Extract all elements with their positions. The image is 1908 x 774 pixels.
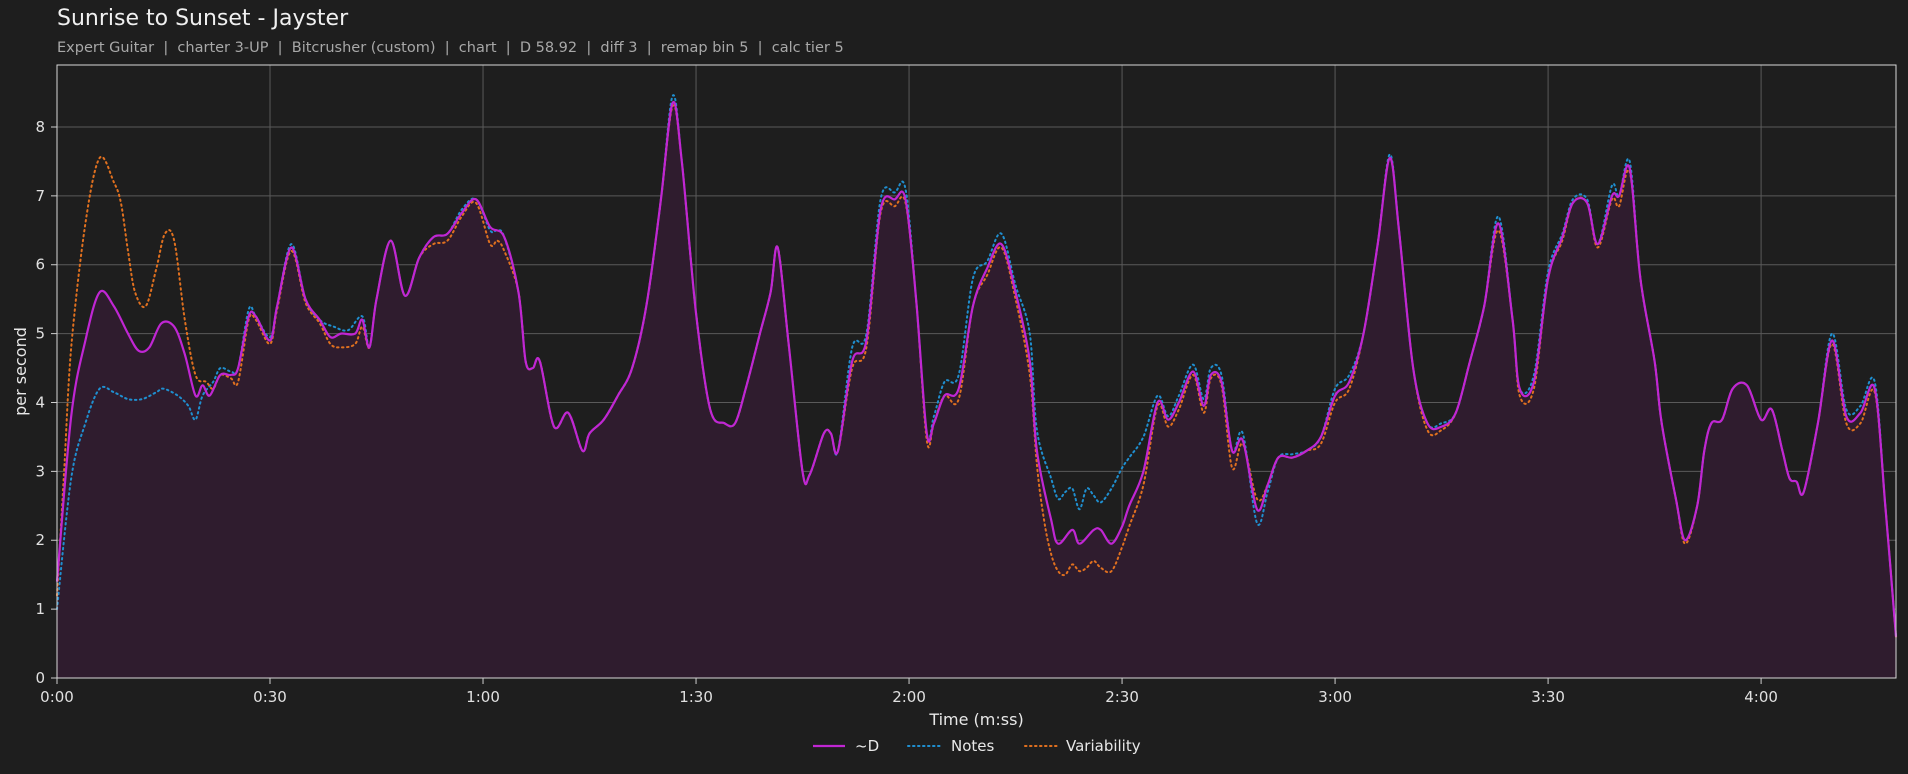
y-tick-label: 5 — [35, 325, 45, 343]
y-tick-label: 8 — [35, 118, 45, 136]
x-axis: 0:00 0:30 1:00 1:30 2:00 2:30 3:00 3:30 4:00 — [40, 678, 1778, 706]
x-tick-label: 2:00 — [892, 688, 926, 706]
y-tick-label: 0 — [35, 669, 45, 687]
y-tick-label: 3 — [35, 462, 45, 480]
y-tick-label: 6 — [35, 256, 45, 274]
y-tick-label: 4 — [35, 393, 45, 411]
x-tick-label: 0:00 — [40, 688, 74, 706]
legend: ~D Notes Variability — [813, 737, 1141, 755]
chart-svg: 0:00 0:30 1:00 1:30 2:00 2:30 3:00 3:30 4:00 0 1 2… — [11, 64, 1898, 755]
y-tick-label: 1 — [35, 600, 45, 618]
x-tick-label: 0:30 — [253, 688, 287, 706]
x-tick-label: 1:00 — [466, 688, 500, 706]
x-tick-label: 2:30 — [1105, 688, 1139, 706]
x-axis-label: Time (m:ss) — [928, 710, 1023, 729]
series-fill-d — [57, 101, 1896, 679]
x-tick-label: 1:30 — [679, 688, 713, 706]
legend-label-notes: Notes — [951, 737, 995, 755]
x-tick-label: 3:00 — [1318, 688, 1352, 706]
y-axis: 0 1 2 3 4 5 6 7 8 — [35, 118, 57, 687]
legend-label-d: ~D — [855, 737, 879, 755]
x-tick-label: 3:30 — [1531, 688, 1565, 706]
y-tick-label: 7 — [35, 187, 45, 205]
y-axis-label: per second — [11, 327, 30, 416]
y-tick-label: 2 — [35, 531, 45, 549]
legend-label-variability: Variability — [1066, 737, 1141, 755]
x-tick-label: 4:00 — [1744, 688, 1778, 706]
